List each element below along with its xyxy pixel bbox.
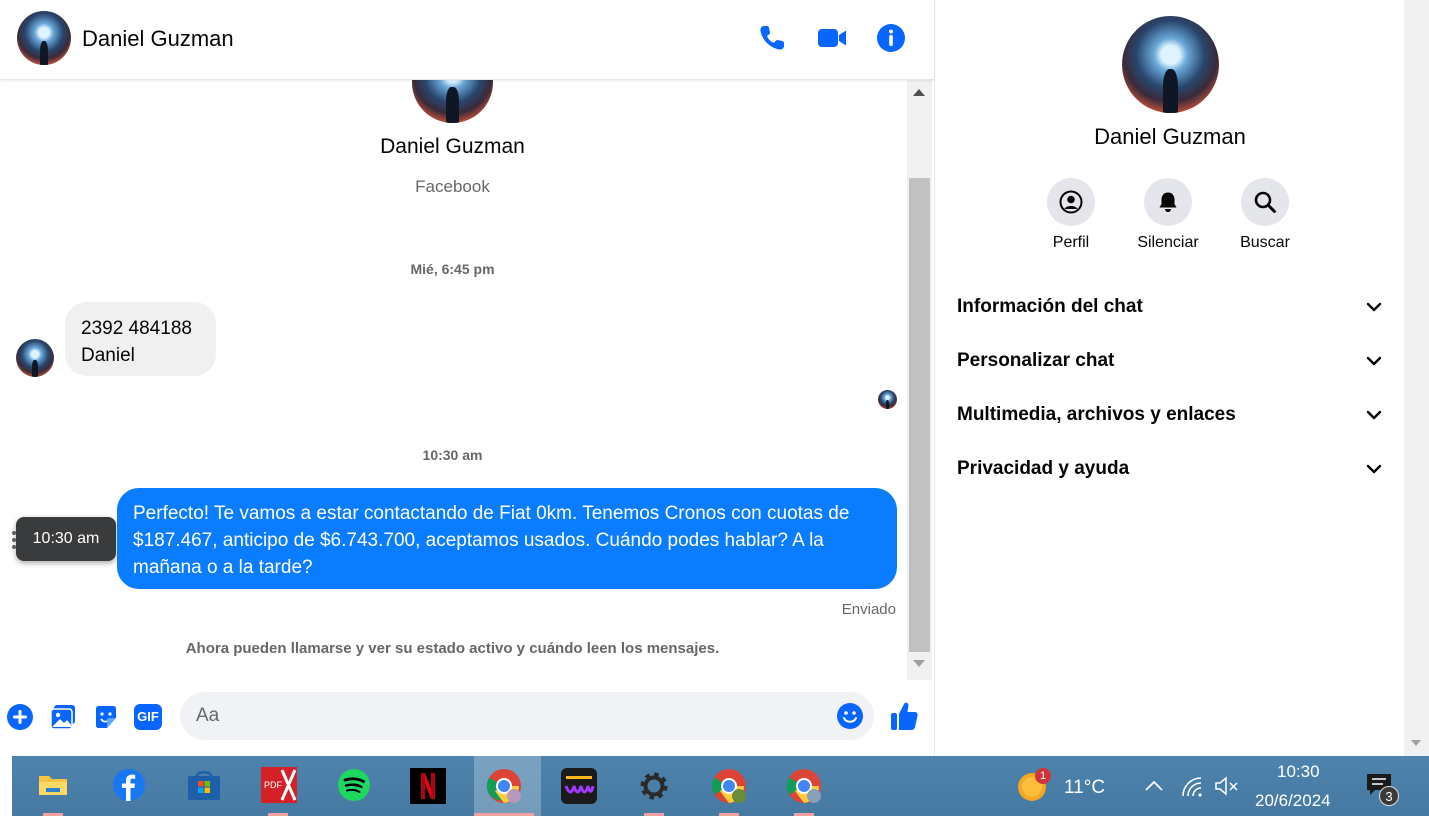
clock-time[interactable]: 10:30: [1277, 762, 1320, 782]
section-chat-info[interactable]: Información del chat: [957, 287, 1387, 327]
notification-center[interactable]: 3: [1365, 772, 1401, 808]
taskbar-file-explorer[interactable]: [23, 756, 83, 816]
windows-taskbar: PDF 1 11°C 10:30 20/6/2024 3: [0, 756, 1429, 816]
scroll-up-arrow-icon[interactable]: [913, 89, 925, 96]
chevron-down-icon: [1366, 356, 1382, 366]
section-privacy-help[interactable]: Privacidad y ayuda: [957, 449, 1387, 489]
message-status: Enviado: [841, 601, 896, 618]
taskbar-chrome-active[interactable]: [474, 756, 541, 816]
chrome-icon: [487, 769, 521, 803]
search-button[interactable]: Buscar: [1220, 178, 1310, 252]
gif-icon[interactable]: GIF: [134, 704, 162, 730]
details-name: Daniel Guzman: [1094, 124, 1246, 149]
section-media-files-links[interactable]: Multimedia, archivos y enlaces: [957, 395, 1387, 435]
wifi-icon[interactable]: [1181, 776, 1203, 798]
time-tooltip: 10:30 am: [16, 517, 116, 561]
message-thread: Daniel Guzman Facebook Mié, 6:45 pm 2392…: [0, 80, 934, 680]
page-scrollbar[interactable]: [1404, 0, 1429, 756]
message-input[interactable]: [194, 692, 824, 740]
folder-icon: [39, 776, 67, 795]
taskbar-deezer[interactable]: [549, 756, 609, 816]
search-label: Buscar: [1240, 234, 1290, 251]
volume-muted-icon[interactable]: [1214, 775, 1240, 797]
details-avatar[interactable]: [1122, 16, 1219, 113]
chrome-icon: [787, 769, 821, 803]
scroll-down-arrow-icon[interactable]: [913, 660, 925, 667]
chevron-down-icon: [1366, 410, 1382, 420]
section-title: Personalizar chat: [957, 350, 1115, 371]
thread-scrollbar[interactable]: [907, 80, 932, 680]
timestamp-separator: Mié, 6:45 pm: [410, 261, 495, 277]
chat-header: Daniel Guzman: [0, 0, 934, 80]
netflix-icon: [410, 768, 446, 804]
chevron-down-icon: [1366, 464, 1382, 474]
profile-button[interactable]: Perfil: [1026, 178, 1116, 252]
sender-avatar[interactable]: [16, 339, 54, 377]
section-customize-chat[interactable]: Personalizar chat: [957, 341, 1387, 381]
page-scroll-down-icon[interactable]: [1411, 740, 1421, 746]
mute-button[interactable]: Silenciar: [1123, 178, 1213, 252]
chevron-down-icon: [1366, 302, 1382, 312]
system-notice: Ahora pueden llamarse y ver su estado ac…: [185, 640, 720, 657]
thread-profile-name: Daniel Guzman: [380, 135, 525, 158]
plus-icon[interactable]: [6, 703, 34, 731]
bell-icon: [1159, 192, 1177, 212]
taskbar-facebook[interactable]: [98, 756, 158, 816]
taskbar-spotify[interactable]: [323, 756, 383, 816]
scrollbar-thumb[interactable]: [909, 178, 930, 652]
mute-label: Silenciar: [1137, 234, 1199, 251]
message-composer: GIF: [0, 680, 934, 756]
store-icon: [188, 771, 220, 800]
incoming-message-bubble[interactable]: 2392 484188 Daniel: [65, 302, 216, 376]
taskbar-netflix[interactable]: [398, 756, 458, 816]
clock-date[interactable]: 20/6/2024: [1255, 791, 1331, 811]
thread-profile-avatar[interactable]: [412, 80, 493, 123]
section-title: Información del chat: [957, 296, 1143, 317]
sticker-icon[interactable]: [92, 703, 120, 731]
info-icon[interactable]: [875, 22, 907, 54]
read-receipt-avatar: [878, 390, 897, 409]
svg-text:PDF: PDF: [264, 780, 283, 790]
incoming-message-line: 2392 484188: [81, 318, 192, 339]
contact-name[interactable]: Daniel Guzman: [82, 26, 234, 52]
notification-count: 3: [1379, 786, 1399, 806]
taskbar-chrome-3[interactable]: [774, 756, 834, 816]
profile-label: Perfil: [1052, 234, 1090, 251]
spotify-icon: [338, 769, 370, 801]
image-icon[interactable]: [49, 703, 77, 731]
contact-avatar[interactable]: [17, 11, 71, 65]
taskbar-settings[interactable]: [624, 756, 684, 816]
taskbar-microsoft-store[interactable]: [173, 756, 233, 816]
deezer-icon: [561, 768, 597, 804]
taskbar-chrome-2[interactable]: [699, 756, 759, 816]
incoming-message-line: Daniel: [81, 345, 135, 366]
phone-icon[interactable]: [756, 22, 788, 54]
message-input-box[interactable]: [180, 692, 874, 740]
weather-widget[interactable]: 1: [1016, 768, 1051, 804]
chrome-icon: [712, 769, 746, 803]
outgoing-message-bubble[interactable]: Perfecto! Te vamos a estar contactando d…: [117, 488, 897, 589]
settings-gear-icon: [640, 772, 668, 800]
taskbar-edge: [0, 756, 12, 816]
taskbar-pdf-editor[interactable]: PDF: [248, 756, 308, 816]
section-title: Privacidad y ayuda: [957, 458, 1130, 479]
pdf-icon: PDF: [261, 767, 297, 803]
timestamp-separator: 10:30 am: [422, 447, 483, 463]
emoji-icon[interactable]: [836, 702, 864, 730]
search-icon: [1254, 191, 1276, 213]
profile-icon: [1059, 190, 1083, 214]
thread-profile-source: Facebook: [415, 177, 490, 196]
section-title: Multimedia, archivos y enlaces: [957, 404, 1236, 425]
facebook-icon: [113, 769, 145, 801]
thumbs-up-icon[interactable]: [889, 700, 919, 732]
video-camera-icon[interactable]: [816, 22, 848, 54]
show-hidden-icons-chevron-up-icon[interactable]: [1144, 778, 1164, 792]
chat-details-panel: Daniel Guzman Perfil Silenciar Buscar In…: [934, 0, 1404, 756]
weather-badge: 1: [1035, 768, 1051, 784]
temperature[interactable]: 11°C: [1064, 777, 1105, 799]
